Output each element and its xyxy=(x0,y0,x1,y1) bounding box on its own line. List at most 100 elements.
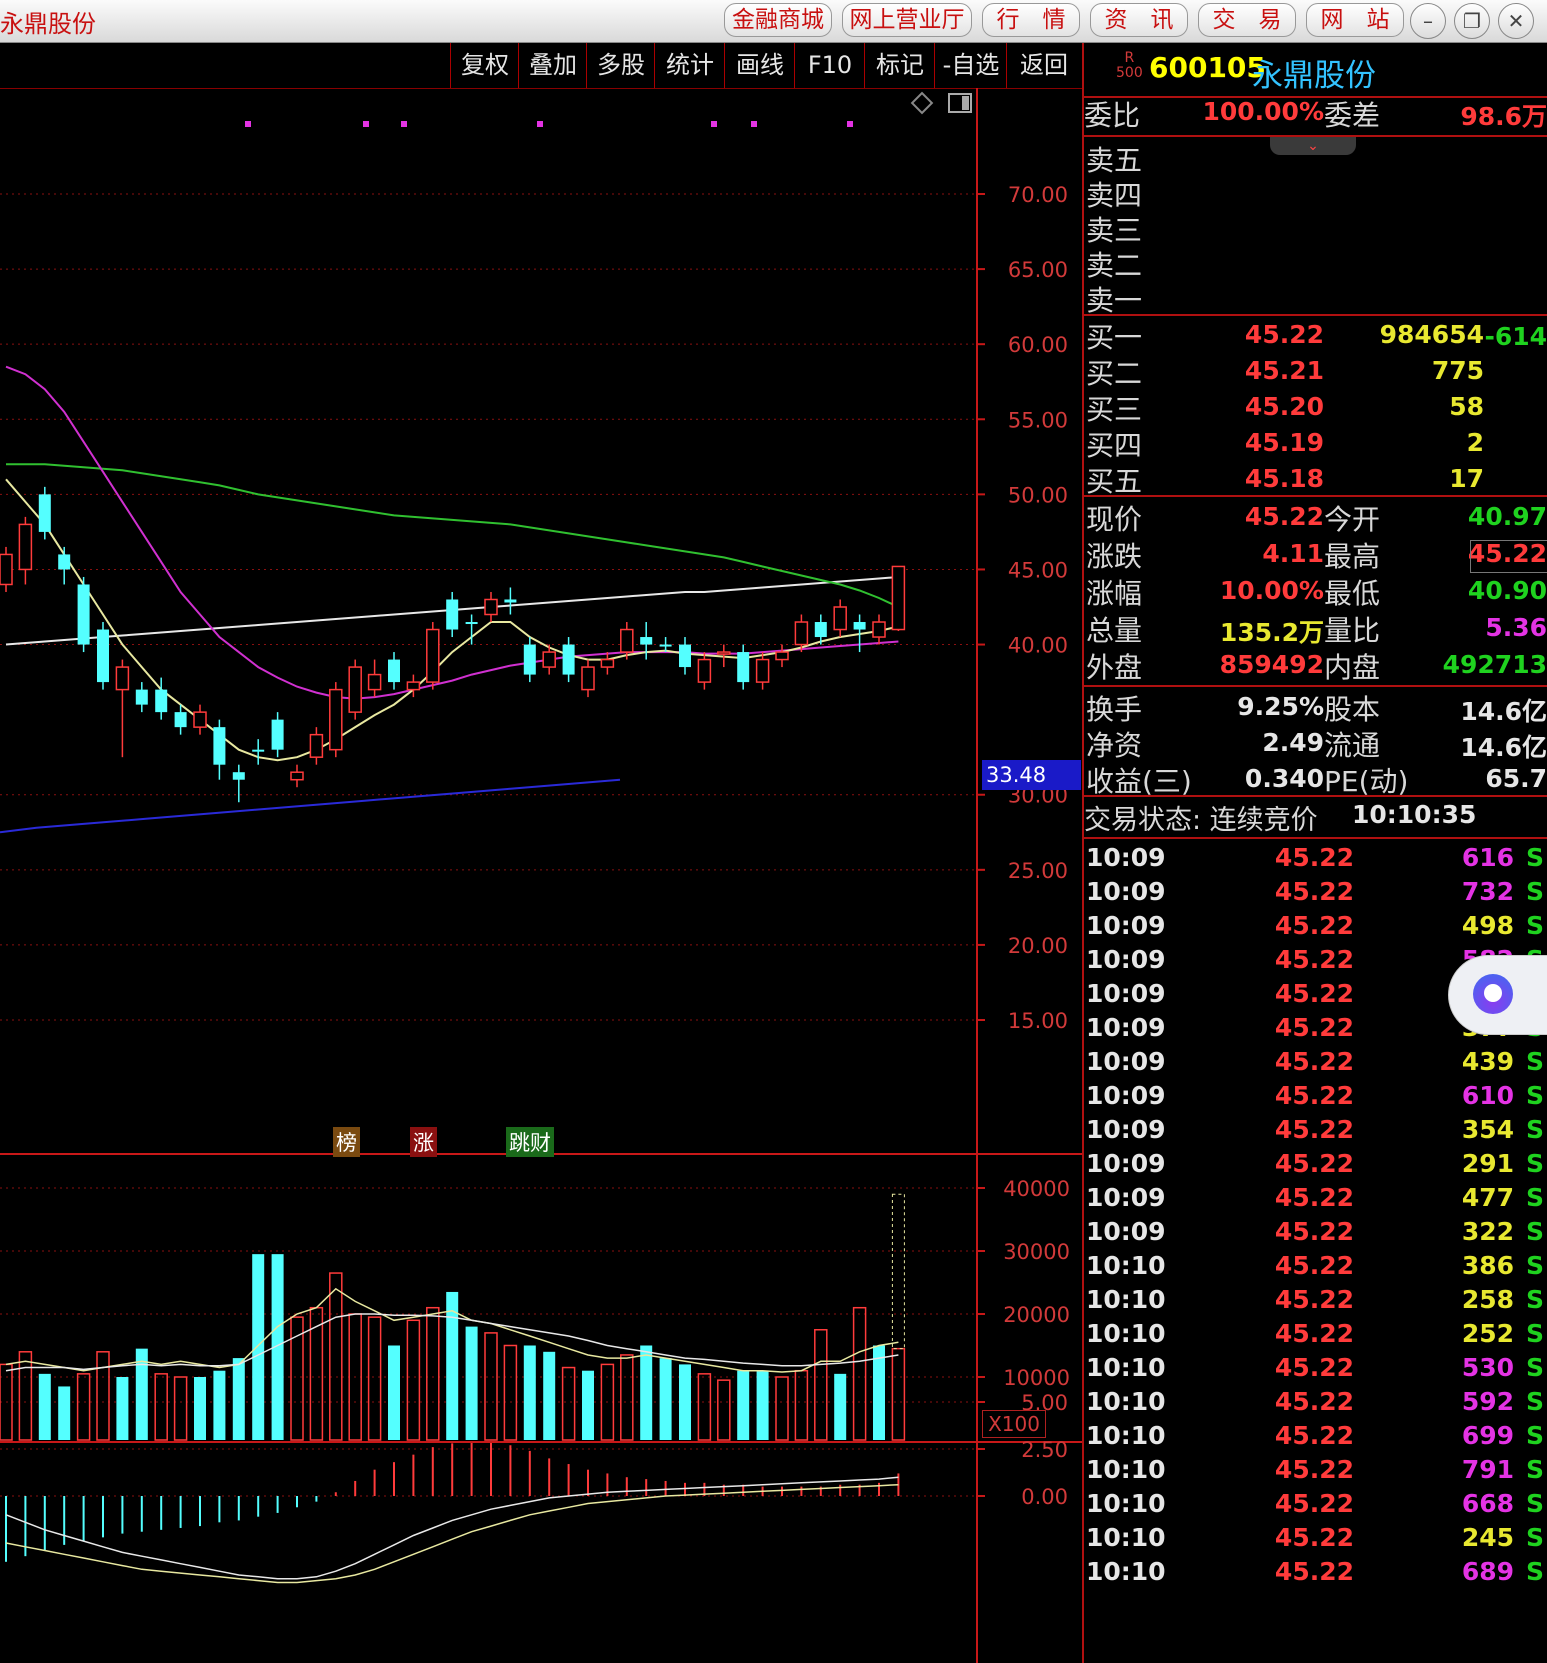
tool-mark[interactable]: 标记 xyxy=(864,43,935,88)
tick-volume: 245 xyxy=(1461,1523,1514,1552)
volume-estimate-bar xyxy=(891,1193,905,1350)
market-button[interactable]: 行 情 xyxy=(982,3,1080,37)
volume-bar xyxy=(232,1358,245,1440)
tick-volume: 258 xyxy=(1461,1285,1514,1314)
kline-chart-area[interactable]: 70.0065.0060.0055.0050.0045.0040.0030.00… xyxy=(0,88,1082,1663)
tick-row: 10:09 45.22 354 S xyxy=(1084,1113,1547,1149)
online-hall-button[interactable]: 网上营业厅 xyxy=(842,3,972,37)
price-axis-label: 50.00 xyxy=(1008,483,1068,507)
trade-button[interactable]: 交 易 xyxy=(1198,3,1296,37)
volume-bar xyxy=(717,1379,731,1441)
signal-dot xyxy=(751,121,757,127)
price-axis-label: 55.00 xyxy=(1008,408,1068,432)
tick-price: 45.22 xyxy=(1274,1489,1354,1518)
candle xyxy=(446,591,459,638)
candle-body xyxy=(406,681,421,691)
tool-multi-stock[interactable]: 多股 xyxy=(586,43,655,88)
candle xyxy=(679,637,691,675)
tick-row: 10:10 45.22 245 S xyxy=(1084,1521,1547,1557)
candle xyxy=(737,644,750,690)
tool-f10[interactable]: F10 xyxy=(794,43,865,88)
tick-row: 10:09 45.22 616 S xyxy=(1084,841,1547,877)
signal-dot xyxy=(245,121,251,127)
volume-bar xyxy=(38,1373,51,1440)
sell-level-label: 卖五 xyxy=(1086,144,1143,177)
tick-row: 10:10 45.22 252 S xyxy=(1084,1317,1547,1353)
candle-body xyxy=(659,644,672,647)
fund-value: 14.6亿 xyxy=(1460,697,1547,726)
volume-bar xyxy=(406,1319,421,1441)
panel-toggle-icon[interactable] xyxy=(948,93,972,113)
fund-label: 净资 xyxy=(1086,729,1143,762)
tick-side: S xyxy=(1526,1489,1545,1518)
candle xyxy=(659,637,672,653)
buy-volume: 2 xyxy=(1466,428,1484,457)
volume-bar xyxy=(737,1370,750,1440)
tool-statistics[interactable]: 统计 xyxy=(654,43,725,88)
close-icon[interactable]: ✕ xyxy=(1498,3,1534,39)
volume-bar xyxy=(329,1272,343,1441)
assistant-float-button[interactable] xyxy=(1448,955,1547,1035)
tool-fuquan[interactable]: 复权 xyxy=(450,43,519,88)
tick-price: 45.22 xyxy=(1274,1421,1354,1450)
stat-label: 涨幅 xyxy=(1086,577,1143,610)
rank-badge[interactable]: 榜 xyxy=(333,1127,360,1157)
stat-value: 492713 xyxy=(1442,650,1547,679)
tick-side: S xyxy=(1526,843,1545,872)
tick-side: S xyxy=(1526,1149,1545,1178)
volume-bar xyxy=(309,1306,324,1441)
candle-body xyxy=(213,727,226,765)
tick-volume: 610 xyxy=(1461,1081,1514,1110)
axis-layer: 70.0065.0060.0055.0050.0045.0040.0030.00… xyxy=(0,88,1082,1663)
finance-badge[interactable]: 跳财 xyxy=(506,1127,554,1157)
buy-volume: 17 xyxy=(1449,464,1484,493)
price-axis-label: 15.00 xyxy=(1008,1009,1068,1033)
volume-bar xyxy=(873,1345,885,1440)
tick-time: 10:10 xyxy=(1086,1523,1166,1552)
candle-body xyxy=(135,689,148,705)
stat-value: 135.2万 xyxy=(1219,618,1324,647)
tick-time: 10:10 xyxy=(1086,1557,1166,1586)
tick-row: 10:09 45.22 439 S xyxy=(1084,1045,1547,1081)
diamond-icon[interactable] xyxy=(910,91,934,115)
candle-body xyxy=(329,688,343,751)
tick-row: 10:09 45.22 322 S xyxy=(1084,1215,1547,1251)
tick-time: 10:10 xyxy=(1086,1387,1166,1416)
candle-body xyxy=(737,652,750,683)
tick-side: S xyxy=(1526,1421,1545,1450)
tool-watchlist[interactable]: -自选 xyxy=(934,43,1007,88)
tick-volume: 689 xyxy=(1461,1557,1514,1586)
tick-time: 10:10 xyxy=(1086,1285,1166,1314)
tick-volume: 252 xyxy=(1461,1319,1514,1348)
candle xyxy=(775,644,789,668)
tool-overlay[interactable]: 叠加 xyxy=(518,43,587,88)
limit-up-badge[interactable]: 涨 xyxy=(410,1127,437,1157)
volume-bar xyxy=(775,1376,789,1441)
tick-price: 45.22 xyxy=(1274,1319,1354,1348)
candle xyxy=(523,637,536,683)
tick-time: 10:09 xyxy=(1086,1217,1166,1246)
news-button[interactable]: 资 讯 xyxy=(1090,3,1188,37)
candle xyxy=(348,659,362,720)
tool-back[interactable]: 返回 xyxy=(1006,43,1081,88)
candle xyxy=(115,659,130,758)
minimize-icon[interactable]: – xyxy=(1410,3,1446,39)
volume-bar xyxy=(18,1351,33,1441)
candle-body xyxy=(290,771,304,781)
sell-level-label: 卖四 xyxy=(1086,179,1143,212)
website-button[interactable]: 网 站 xyxy=(1306,3,1404,37)
mall-button[interactable]: 金融商城 xyxy=(724,3,832,37)
candle xyxy=(193,704,207,735)
grid-layer xyxy=(0,193,975,1497)
volume-bar xyxy=(834,1373,847,1440)
candle xyxy=(213,719,226,780)
restore-icon[interactable]: ❐ xyxy=(1454,3,1490,39)
tool-draw-line[interactable]: 画线 xyxy=(724,43,795,88)
stat-label: 今开 xyxy=(1324,503,1381,536)
tick-row: 10:09 45.22 732 S xyxy=(1084,875,1547,911)
ma-line xyxy=(5,365,899,700)
buy-level-label: 买五 xyxy=(1086,465,1143,498)
collapse-chevron-icon[interactable]: ⌄ xyxy=(1270,137,1356,155)
weibi-label: 委比 xyxy=(1084,99,1141,132)
r-mark: R 500 xyxy=(1116,50,1143,81)
